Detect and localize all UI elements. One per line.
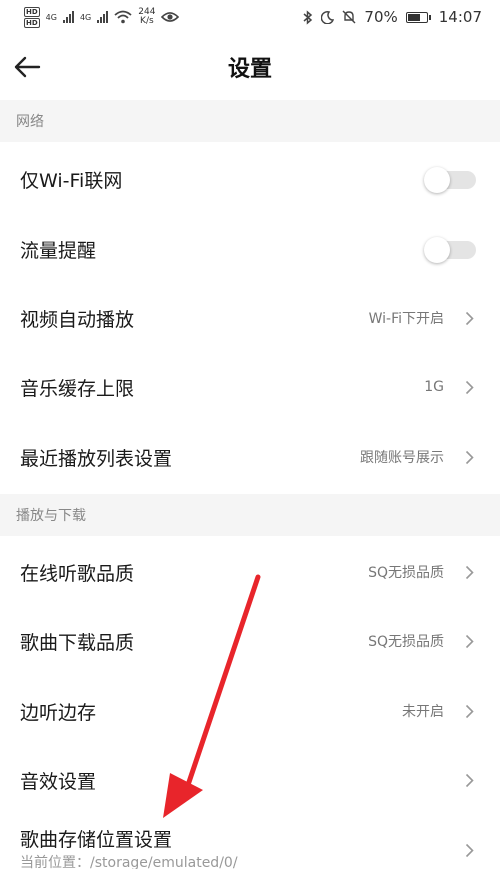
chevron-right-icon: [462, 771, 476, 789]
setting-label-data-alert: 流量提醒: [20, 239, 97, 262]
top-app-bar: 设置: [0, 34, 500, 100]
setting-value-recent-playlist: 跟随账号展示: [360, 450, 444, 466]
settings-screen: HD HD 4G 4G 244 K/s 70% 14:07 设置 网络 仅Wi-…: [0, 0, 500, 869]
setting-row-download-quality[interactable]: 歌曲下载品质 SQ无损品质: [0, 606, 500, 676]
setting-label-cache-limit: 音乐缓存上限: [20, 377, 135, 400]
page-title: 设置: [227, 57, 272, 82]
chevron-right-icon: [462, 563, 476, 581]
status-right: 70% 14:07: [303, 8, 482, 26]
setting-label-download-quality: 歌曲下载品质: [20, 631, 135, 654]
chevron-right-icon: [462, 378, 476, 396]
setting-row-sound-effect[interactable]: 音效设置: [0, 745, 500, 815]
toggle-knob: [424, 167, 450, 193]
storage-path-text: 当前位置：/storage/emulated/0/: [20, 855, 238, 869]
back-button[interactable]: [10, 50, 44, 84]
chevron-right-icon: [462, 309, 476, 327]
battery-icon: [405, 11, 431, 23]
setting-label-storage-location: 歌曲存储位置设置: [20, 829, 173, 851]
status-left: HD HD 4G 4G 244 K/s: [24, 6, 180, 28]
chevron-right-icon: [462, 448, 476, 466]
wifi-icon: [114, 10, 132, 24]
eye-icon: [161, 12, 180, 22]
setting-row-cache-limit[interactable]: 音乐缓存上限 1G: [0, 352, 500, 422]
section-title-playback: 播放与下载: [16, 508, 86, 524]
setting-label-recent-playlist: 最近播放列表设置: [20, 447, 173, 470]
setting-value-download-quality: SQ无损品质: [368, 634, 444, 650]
setting-value-cache-while-play: 未开启: [402, 704, 444, 720]
setting-row-cache-while-play[interactable]: 边听边存 未开启: [0, 676, 500, 746]
status-bar: HD HD 4G 4G 244 K/s 70% 14:07: [0, 0, 500, 34]
battery-percent: 70%: [364, 8, 398, 26]
setting-label-cache-while-play: 边听边存: [20, 701, 97, 724]
signal-icon-1: [62, 11, 74, 23]
arrow-left-icon: [14, 56, 41, 78]
bluetooth-icon: [303, 9, 313, 25]
hd-badge-1: HD: [24, 6, 40, 17]
setting-row-recent-playlist[interactable]: 最近播放列表设置 跟随账号展示: [0, 422, 500, 492]
section-header-playback: 播放与下载: [0, 494, 500, 536]
network-type-1: 4G: [45, 12, 57, 22]
network-speed-unit: K/s: [140, 16, 154, 26]
setting-label-online-quality: 在线听歌品质: [20, 562, 135, 585]
mute-bell-icon: [342, 10, 356, 24]
toggle-data-alert[interactable]: [424, 236, 476, 263]
setting-label-sound-effect: 音效设置: [20, 770, 97, 793]
chevron-right-icon: [462, 702, 476, 720]
toggle-wifi-only[interactable]: [424, 166, 476, 193]
toggle-knob: [424, 237, 450, 263]
chevron-right-icon: [462, 841, 476, 859]
network-speed: 244 K/s: [138, 8, 155, 26]
section-title-network: 网络: [16, 114, 44, 130]
hd-badge-2: HD: [24, 17, 40, 28]
setting-label-video-autoplay: 视频自动播放: [20, 308, 135, 331]
setting-row-online-quality[interactable]: 在线听歌品质 SQ无损品质: [0, 537, 500, 607]
network-type-2: 4G: [79, 12, 92, 22]
clock: 14:07: [438, 8, 482, 26]
section-header-network: 网络: [0, 100, 500, 142]
setting-row-data-alert[interactable]: 流量提醒: [0, 214, 500, 284]
setting-value-cache-limit: 1G: [424, 379, 444, 395]
blurred-redaction: [262, 848, 342, 869]
setting-value-online-quality: SQ无损品质: [368, 565, 444, 581]
setting-row-wifi-only[interactable]: 仅Wi-Fi联网: [0, 144, 500, 214]
setting-value-video-autoplay: Wi-Fi下开启: [368, 311, 444, 327]
moon-icon: [321, 10, 335, 24]
chevron-right-icon: [462, 632, 476, 650]
setting-label-wifi-only: 仅Wi-Fi联网: [20, 169, 123, 192]
signal-icon-2: [97, 11, 109, 23]
hd-badges: HD HD: [24, 6, 40, 28]
setting-row-video-autoplay[interactable]: 视频自动播放 Wi-Fi下开启: [0, 283, 500, 353]
